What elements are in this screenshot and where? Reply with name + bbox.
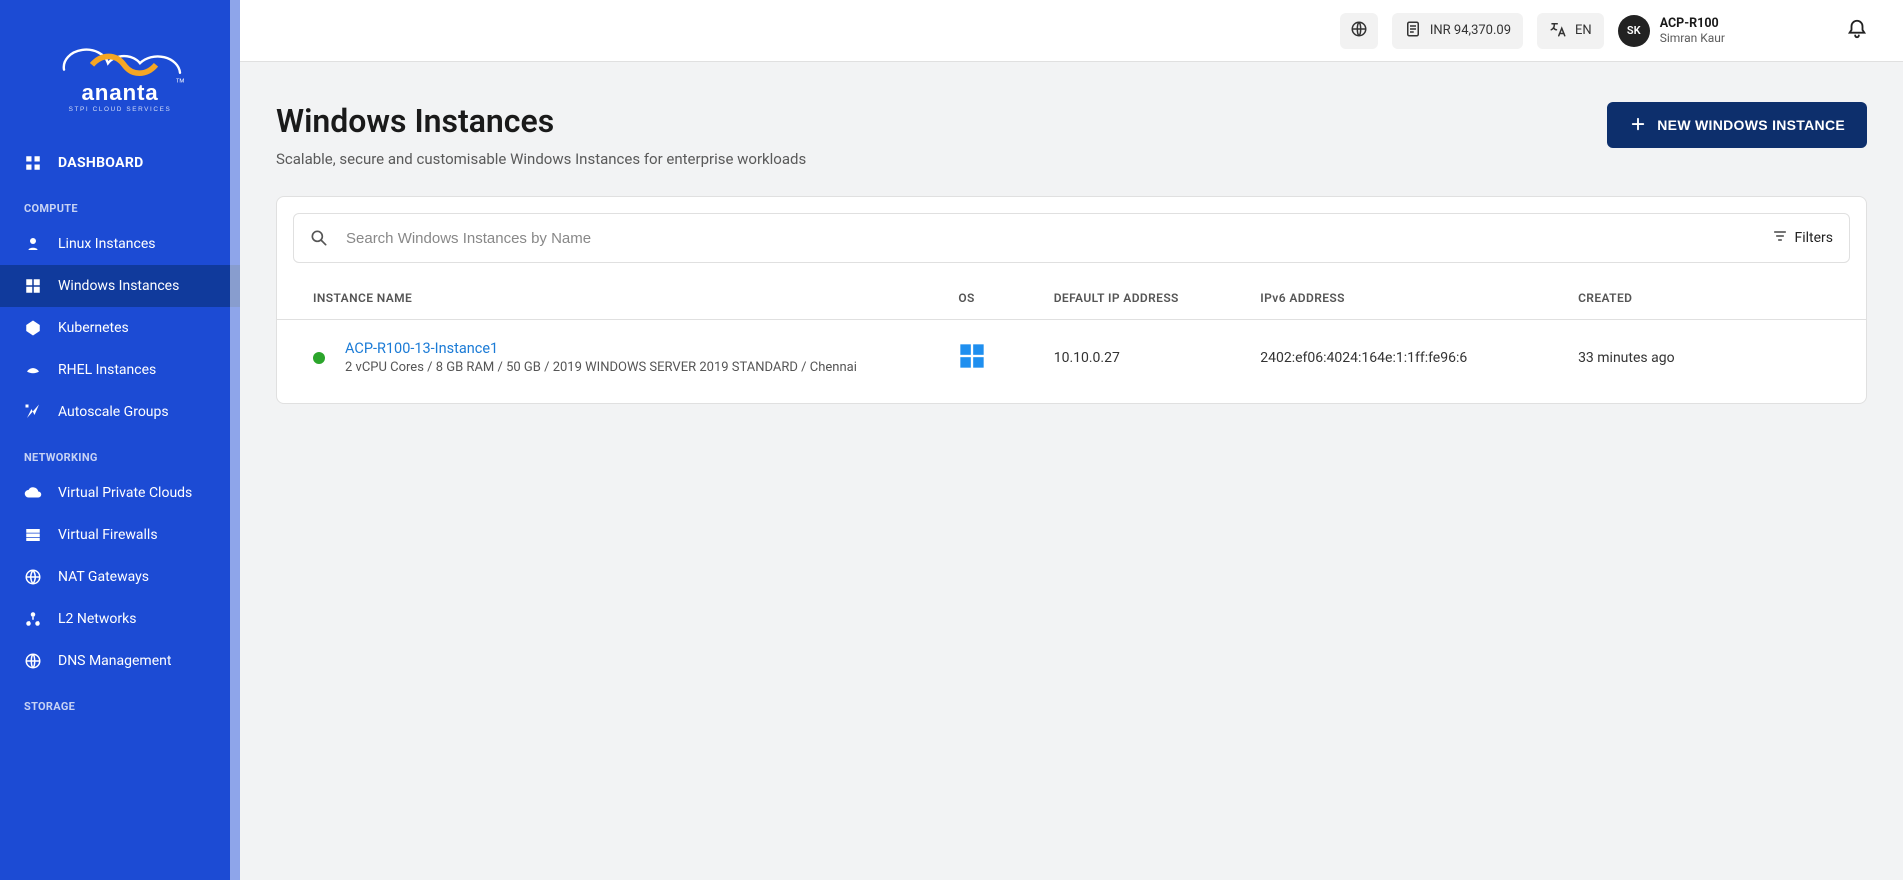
language-label: EN [1575, 23, 1592, 38]
col-ip: DEFAULT IP ADDRESS [1040, 277, 1247, 320]
globe-button[interactable] [1340, 13, 1378, 49]
sidebar-section-compute: COMPUTE [0, 184, 240, 223]
translate-icon [1549, 20, 1567, 42]
svg-text:ananta: ananta [82, 80, 159, 105]
instance-link[interactable]: ACP-R100-13-Instance1 [345, 340, 857, 357]
svg-text:TM: TM [176, 78, 184, 84]
public-icon [1350, 20, 1368, 42]
hat-icon [24, 361, 42, 379]
account-id: ACP-R100 [1660, 16, 1725, 31]
firewall-icon [24, 526, 42, 544]
sidebar-scrollbar[interactable] [230, 0, 240, 880]
cloud-icon [24, 484, 42, 502]
topbar: INR 94,370.09 EN SK ACP-R100 Simran Kaur [240, 0, 1903, 62]
instance-ip: 10.10.0.27 [1040, 320, 1247, 396]
sidebar-item-autoscale[interactable]: Autoscale Groups [0, 391, 240, 433]
new-instance-button[interactable]: NEW WINDOWS INSTANCE [1607, 102, 1867, 148]
instance-meta: 2 vCPU Cores / 8 GB RAM / 50 GB / 2019 W… [345, 360, 857, 375]
page-header: Windows Instances Scalable, secure and c… [276, 102, 1867, 168]
receipt-icon [1404, 20, 1422, 42]
sidebar-item-label: Virtual Private Clouds [58, 485, 192, 501]
sidebar-item-label: Linux Instances [58, 236, 155, 252]
language-button[interactable]: EN [1537, 13, 1604, 49]
user-name: Simran Kaur [1660, 31, 1725, 45]
sidebar-item-dashboard[interactable]: DASHBOARD [0, 142, 240, 184]
sidebar-item-vfw[interactable]: Virtual Firewalls [0, 514, 240, 556]
col-created: CREATED [1564, 277, 1866, 320]
windows-icon [24, 277, 42, 295]
sidebar-section-networking: NETWORKING [0, 433, 240, 472]
page-content: Windows Instances Scalable, secure and c… [240, 62, 1903, 880]
kubernetes-icon [24, 319, 42, 337]
sidebar-item-label: NAT Gateways [58, 569, 149, 585]
sidebar: ananta STPI CLOUD SERVICES TM DASHBOARD … [0, 0, 240, 880]
instance-created: 33 minutes ago [1564, 320, 1866, 396]
main-area: INR 94,370.09 EN SK ACP-R100 Simran Kaur [240, 0, 1903, 880]
sidebar-item-l2[interactable]: L2 Networks [0, 598, 240, 640]
user-menu[interactable]: SK ACP-R100 Simran Kaur [1618, 15, 1725, 47]
page-title: Windows Instances [276, 102, 806, 140]
status-dot-running [313, 352, 325, 364]
balance-chip[interactable]: INR 94,370.09 [1392, 13, 1523, 49]
sidebar-item-linux[interactable]: Linux Instances [0, 223, 240, 265]
sidebar-section-storage: STORAGE [0, 682, 240, 721]
sidebar-item-label: DNS Management [58, 653, 171, 669]
sidebar-item-label: RHEL Instances [58, 362, 156, 378]
search-input[interactable] [344, 229, 1756, 248]
scale-icon [24, 403, 42, 421]
sidebar-nav: DASHBOARD COMPUTE Linux Instances Window… [0, 142, 240, 721]
network-icon [24, 610, 42, 628]
sidebar-item-rhel[interactable]: RHEL Instances [0, 349, 240, 391]
svg-text:STPI CLOUD SERVICES: STPI CLOUD SERVICES [69, 106, 172, 113]
sidebar-item-label: L2 Networks [58, 611, 136, 627]
instances-card: Filters INSTANCE NAME OS DEFAULT IP ADDR… [276, 196, 1867, 404]
grid-icon [24, 154, 42, 172]
sidebar-item-nat[interactable]: NAT Gateways [0, 556, 240, 598]
sidebar-item-label: Autoscale Groups [58, 404, 169, 420]
nat-icon [24, 568, 42, 586]
col-os: OS [944, 277, 1039, 320]
bell-icon [1846, 18, 1868, 44]
brand-logo[interactable]: ananta STPI CLOUD SERVICES TM [0, 0, 240, 142]
instances-table: INSTANCE NAME OS DEFAULT IP ADDRESS IPv6… [277, 277, 1866, 395]
windows-os-icon [958, 358, 986, 374]
sidebar-item-label: Windows Instances [58, 278, 179, 294]
linux-icon [24, 235, 42, 253]
filter-icon [1772, 228, 1788, 248]
col-ipv6: IPv6 ADDRESS [1246, 277, 1564, 320]
new-instance-label: NEW WINDOWS INSTANCE [1657, 117, 1845, 133]
sidebar-item-label: Kubernetes [58, 320, 129, 336]
balance-label: INR 94,370.09 [1430, 23, 1511, 38]
sidebar-item-dns[interactable]: DNS Management [0, 640, 240, 682]
avatar: SK [1618, 15, 1650, 47]
filters-label: Filters [1794, 230, 1833, 246]
col-name: INSTANCE NAME [277, 277, 944, 320]
instance-ipv6: 2402:ef06:4024:164e:1:1ff:fe96:6 [1246, 320, 1564, 396]
notifications-button[interactable] [1839, 13, 1875, 49]
search-bar: Filters [293, 213, 1850, 263]
sidebar-item-vpc[interactable]: Virtual Private Clouds [0, 472, 240, 514]
sidebar-item-label: DASHBOARD [58, 155, 143, 171]
sidebar-item-windows[interactable]: Windows Instances [0, 265, 240, 307]
globe-icon [24, 652, 42, 670]
page-subtitle: Scalable, secure and customisable Window… [276, 150, 806, 168]
user-texts: ACP-R100 Simran Kaur [1660, 16, 1725, 45]
filters-button[interactable]: Filters [1756, 214, 1849, 262]
plus-icon [1629, 115, 1647, 136]
search-icon [294, 228, 344, 248]
sidebar-item-kubernetes[interactable]: Kubernetes [0, 307, 240, 349]
table-row[interactable]: ACP-R100-13-Instance1 2 vCPU Cores / 8 G… [277, 320, 1866, 396]
sidebar-item-label: Virtual Firewalls [58, 527, 158, 543]
